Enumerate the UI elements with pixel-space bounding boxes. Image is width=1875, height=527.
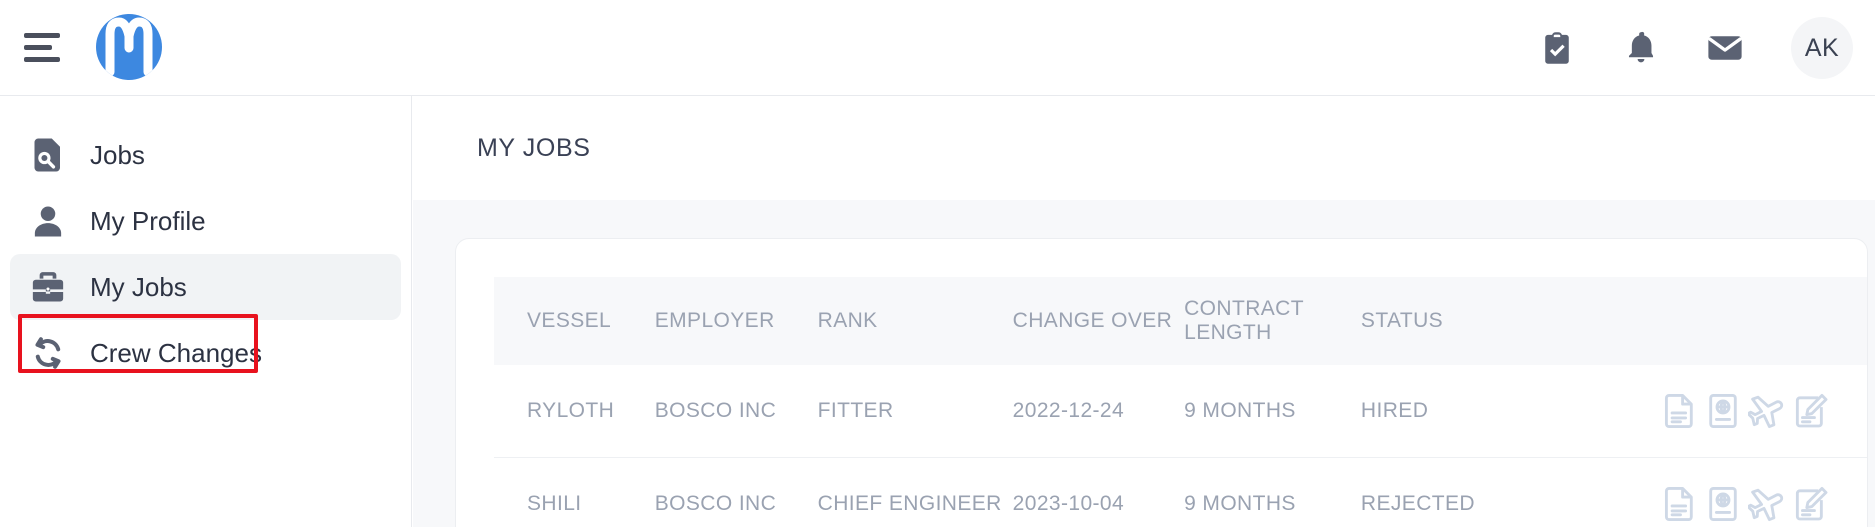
status-badge: REJECTED xyxy=(1360,457,1549,527)
cell-employer: BOSCO INC xyxy=(654,457,818,527)
jobs-card: VESSEL EMPLOYER RANK CHANGE OVER CONTRAC… xyxy=(455,238,1868,527)
table-head: VESSEL EMPLOYER RANK CHANGE OVER CONTRAC… xyxy=(494,277,1867,365)
passport-icon[interactable] xyxy=(1704,485,1742,523)
clipboard-check-icon[interactable] xyxy=(1539,30,1575,66)
column-header-vessel[interactable]: VESSEL xyxy=(494,277,655,365)
sidebar-item-label: My Profile xyxy=(90,205,206,236)
page-title: MY JOBS xyxy=(477,133,591,162)
sidebar-item-label: My Jobs xyxy=(90,271,187,302)
sidebar-item-label: Jobs xyxy=(90,139,145,170)
cell-employer: BOSCO INC xyxy=(654,365,818,458)
hamburger-menu-icon[interactable] xyxy=(24,30,60,64)
sidebar-item-my-profile[interactable]: My Profile xyxy=(10,188,401,254)
person-icon xyxy=(28,201,68,241)
cell-contract-length: 9 MONTHS xyxy=(1184,457,1361,527)
bell-icon[interactable] xyxy=(1623,30,1659,66)
airplane-icon[interactable] xyxy=(1748,392,1786,430)
airplane-icon[interactable] xyxy=(1748,485,1786,523)
sync-refresh-icon xyxy=(28,333,68,373)
document-icon[interactable] xyxy=(1660,485,1698,523)
sidebar-item-label: Crew Changes xyxy=(90,337,262,368)
sidebar-item-jobs[interactable]: Jobs xyxy=(10,122,401,188)
contract-edit-icon[interactable] xyxy=(1792,392,1830,430)
table-body: RYLOTH BOSCO INC FITTER 2022-12-24 9 MON… xyxy=(494,365,1867,527)
document-icon[interactable] xyxy=(1660,392,1698,430)
app-logo[interactable] xyxy=(96,14,162,80)
column-header-status[interactable]: STATUS xyxy=(1361,277,1549,365)
table-header-row: VESSEL EMPLOYER RANK CHANGE OVER CONTRAC… xyxy=(494,277,1867,365)
column-header-actions xyxy=(1548,277,1867,365)
top-bar: AK xyxy=(0,0,1875,96)
sidebar-item-my-jobs[interactable]: My Jobs xyxy=(10,254,401,320)
cell-actions xyxy=(1548,365,1867,458)
main-content: MY JOBS VESSEL EMPLOYER RANK CHANGE OVER… xyxy=(413,96,1875,527)
sidebar: Jobs My Profile My Jobs Crew Changes xyxy=(0,96,412,527)
hamburger-bar-1 xyxy=(24,32,60,38)
cell-vessel: SHILI xyxy=(494,457,655,527)
column-header-rank[interactable]: RANK xyxy=(818,277,1013,365)
cell-actions xyxy=(1548,457,1867,527)
cell-contract-length: 9 MONTHS xyxy=(1184,365,1361,458)
hamburger-bar-2 xyxy=(24,44,52,50)
column-header-contract-length[interactable]: CONTRACT LENGTH xyxy=(1184,277,1361,365)
column-header-change-over[interactable]: CHANGE OVER xyxy=(1013,277,1184,365)
sidebar-item-crew-changes[interactable]: Crew Changes xyxy=(10,320,401,386)
avatar[interactable]: AK xyxy=(1791,17,1853,79)
avatar-initials: AK xyxy=(1804,33,1840,62)
column-header-employer[interactable]: EMPLOYER xyxy=(655,277,818,365)
cell-change-over: 2022-12-24 xyxy=(1012,365,1185,458)
cell-change-over: 2023-10-04 xyxy=(1012,457,1185,527)
passport-icon[interactable] xyxy=(1704,392,1742,430)
envelope-icon[interactable] xyxy=(1707,30,1743,66)
briefcase-icon xyxy=(28,267,68,307)
cell-rank: CHIEF ENGINEER xyxy=(817,457,1013,527)
content-area: VESSEL EMPLOYER RANK CHANGE OVER CONTRAC… xyxy=(413,200,1875,527)
cell-vessel: RYLOTH xyxy=(494,365,655,458)
cell-rank: FITTER xyxy=(817,365,1013,458)
job-search-icon xyxy=(28,135,68,175)
my-jobs-table: VESSEL EMPLOYER RANK CHANGE OVER CONTRAC… xyxy=(494,277,1867,527)
topbar-actions: AK xyxy=(1539,0,1853,96)
table-row[interactable]: SHILI BOSCO INC CHIEF ENGINEER 2023-10-0… xyxy=(494,457,1867,527)
app-root: AK Jobs My Profile My Jobs Crew Changes … xyxy=(0,0,1875,527)
page-header: MY JOBS xyxy=(413,96,1875,200)
contract-edit-icon[interactable] xyxy=(1792,485,1830,523)
table-row[interactable]: RYLOTH BOSCO INC FITTER 2022-12-24 9 MON… xyxy=(494,365,1867,458)
status-badge: HIRED xyxy=(1360,365,1549,458)
hamburger-bar-3 xyxy=(24,56,60,62)
